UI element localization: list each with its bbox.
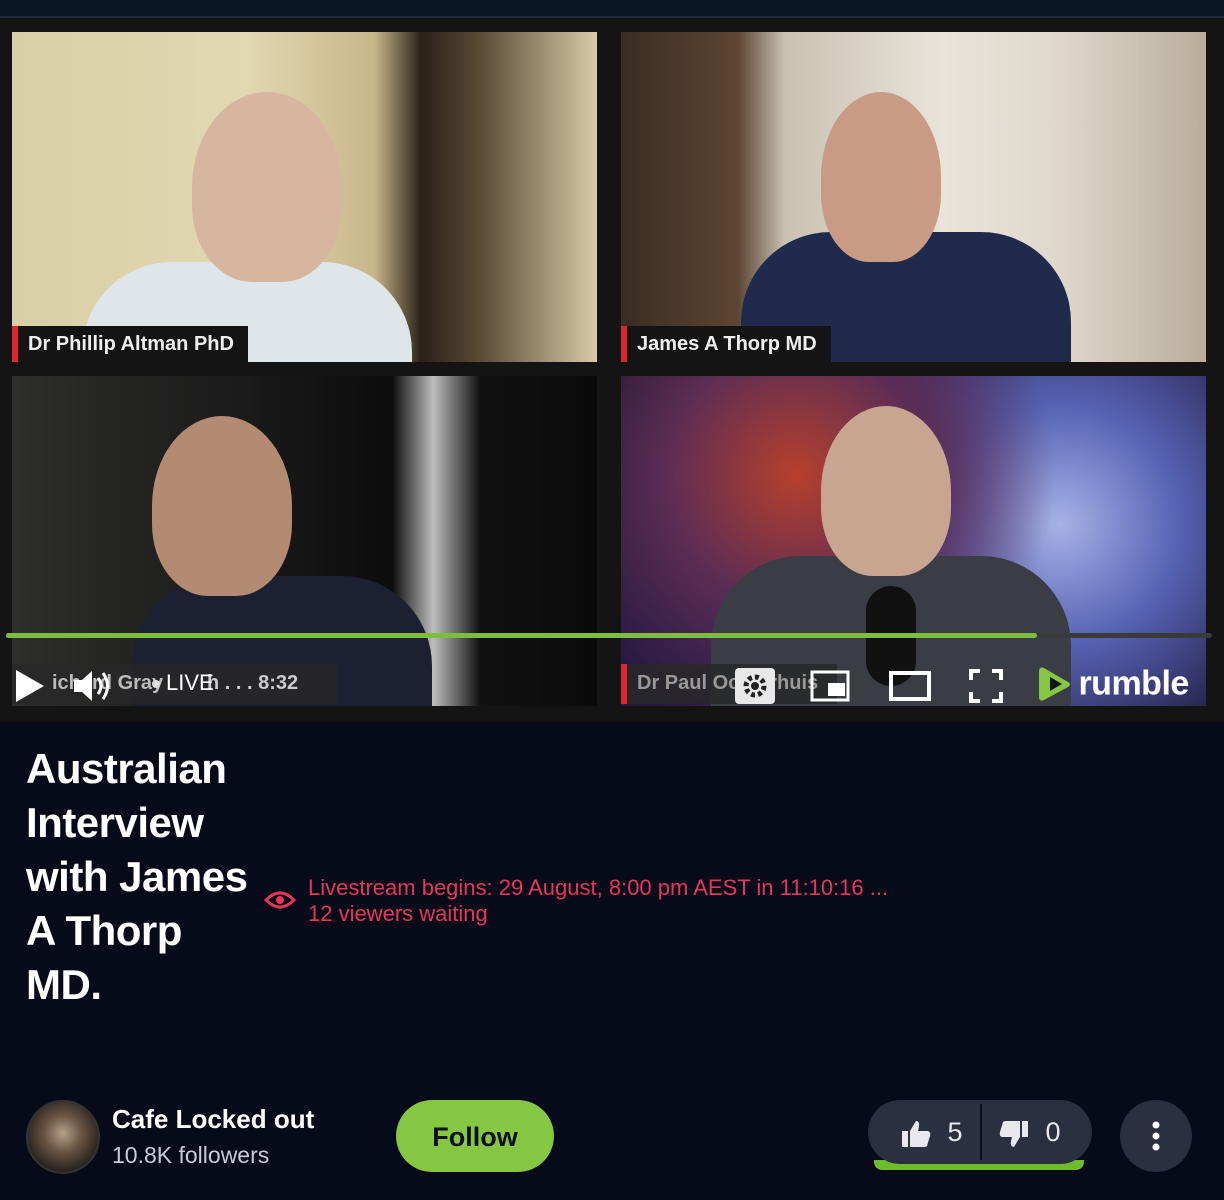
eye-icon [264,891,296,909]
dislike-button[interactable]: 0 [998,1100,1061,1164]
dislike-count: 0 [1045,1117,1061,1147]
play-icon [16,670,44,702]
settings-button[interactable] [735,668,775,704]
settings-icon [743,674,767,698]
video-tile-1: Dr Phillip Altman PhD [12,32,597,362]
volume-icon [74,671,109,701]
vote-group: 5 0 [868,1100,1092,1164]
participant-face [152,416,292,596]
more-icon [1152,1121,1160,1151]
live-label: LIVE [166,670,214,695]
pip-button[interactable] [810,670,850,707]
progress-fill [6,633,1038,638]
rumble-wordmark: rumble [1078,664,1189,703]
right-overlay-bar: Dr Paul Oosterhuis [621,664,837,704]
video-tile-2: James A Thorp MD [621,32,1206,362]
live-indicator: LIVE [152,670,214,696]
vote-separator [980,1104,982,1160]
live-dot [152,680,160,689]
video-player[interactable]: Dr Phillip Altman PhD James A Thorp MD i… [0,18,1224,722]
browser-top-bar [0,0,1224,18]
avatar[interactable] [26,1100,100,1174]
theater-button[interactable] [888,670,932,707]
fullscreen-button[interactable] [968,668,1004,709]
participant-name-tag: Dr Phillip Altman PhD [12,326,248,362]
livestream-begins-text: Livestream begins: 29 August, 8:00 pm AE… [308,875,889,900]
follower-count: 10.8K followers [112,1142,270,1168]
pip-icon [810,670,850,702]
follow-button[interactable]: Follow [396,1100,554,1172]
participant-name-tag: James A Thorp MD [621,326,831,362]
participant-face [821,406,951,576]
rumble-logo-icon [1039,667,1070,701]
volume-button[interactable] [72,668,114,709]
video-title: Australian Interview with James A Thorp … [26,745,248,1008]
thumbs-down-icon [999,1120,1028,1147]
thumbs-up-icon [902,1120,931,1147]
participant-face [192,92,342,282]
channel-name[interactable]: Cafe Locked out [112,1104,314,1135]
progress-bar[interactable] [6,633,1212,638]
video-tile-4 [621,376,1206,706]
video-tile-3 [12,376,597,706]
player-controls: ichard Gray h . . . 8:32 Dr Paul Oosterh… [0,658,1224,714]
rumble-logo[interactable]: rumble [1036,664,1189,708]
participant-face [821,92,941,262]
viewers-waiting-text: 12 viewers waiting [308,901,488,926]
more-options-button[interactable] [1120,1100,1192,1172]
fullscreen-icon [969,669,1003,703]
play-button[interactable] [14,668,46,709]
like-count: 5 [947,1117,963,1147]
like-button[interactable]: 5 [900,1100,963,1164]
theater-icon [889,671,931,701]
time-display: h . . . 8:32 [207,672,299,694]
overlay-name-text: Dr Paul Oosterhuis [637,672,819,694]
